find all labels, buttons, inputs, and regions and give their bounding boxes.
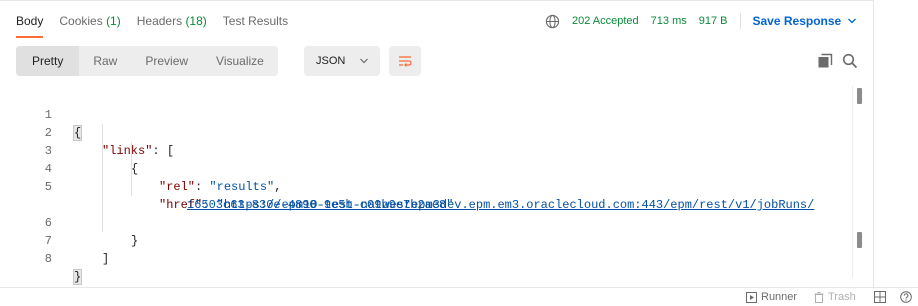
response-tabs: Body Cookies (1) Headers (18) Test Resul… (16, 13, 288, 41)
code-line: 5 "href": "https://epm10-test-natwestepm… (0, 160, 850, 212)
tab-headers-count: (18) (185, 14, 207, 28)
response-size[interactable]: 917 B (699, 13, 728, 29)
tab-headers-label: Headers (136, 14, 183, 28)
wrap-lines-icon (399, 56, 412, 67)
line-number: 8 (44, 252, 52, 266)
save-response-button[interactable]: Save Response (753, 13, 858, 29)
search-icon[interactable] (842, 53, 858, 69)
code-line: 6 } (0, 196, 850, 248)
view-preview[interactable]: Preview (131, 46, 202, 76)
view-raw[interactable]: Raw (79, 46, 131, 76)
code-line: 3 { (0, 124, 850, 176)
tab-cookies-count: (1) (106, 14, 121, 28)
code-line: 4 "rel": "results", (0, 142, 850, 194)
code-line: 1 { (0, 88, 850, 141)
response-time[interactable]: 713 ms (651, 13, 687, 29)
view-visualize[interactable]: Visualize (202, 46, 278, 76)
play-icon (746, 291, 757, 303)
status-bar: Runner Trash (0, 287, 918, 306)
tab-test-results-label: Test Results (222, 14, 289, 28)
trash-label: Trash (828, 291, 856, 303)
chevron-down-icon (848, 18, 857, 24)
top-divider (0, 0, 874, 1)
tab-body-label: Body (16, 14, 44, 28)
status-code[interactable]: 202 Accepted (572, 13, 639, 29)
help-icon (900, 291, 912, 303)
chevron-down-icon (360, 58, 369, 64)
view-mode-selector: Pretty Raw Preview Visualize (16, 46, 278, 76)
meta-divider (739, 13, 741, 29)
scrollbar-thumb[interactable] (857, 232, 862, 248)
brace-token: } (72, 269, 83, 285)
copy-icon[interactable] (817, 53, 833, 69)
code-line: 7 ] (0, 214, 850, 266)
scrollbar-thumb[interactable] (857, 88, 862, 104)
code-viewer[interactable]: 1 { 2 "links": [ 3 { 4 "rel": "results",… (0, 88, 850, 285)
tab-headers[interactable]: Headers (18) (137, 13, 207, 41)
tab-body[interactable]: Body (16, 13, 44, 41)
scroll-track (852, 86, 853, 278)
tab-test-results[interactable]: Test Results (223, 13, 288, 41)
view-pretty[interactable]: Pretty (16, 46, 80, 76)
globe-icon[interactable] (545, 14, 560, 29)
trash-icon (814, 291, 824, 303)
tab-cookies-label: Cookies (59, 14, 103, 28)
runner-label: Runner (761, 291, 798, 303)
response-meta: 202 Accepted 713 ms 917 B Save Response (545, 13, 857, 29)
save-response-label: Save Response (752, 14, 842, 28)
format-select[interactable]: JSON (304, 46, 380, 76)
json-punct: ] (102, 252, 110, 266)
code-line: 16503c63-830e-4890-9e5b-c09b9e7b2ae8" (0, 178, 850, 212)
code-line: 2 "links": [ (0, 106, 850, 158)
format-select-value: JSON (316, 55, 346, 67)
layout-button[interactable] (874, 291, 886, 303)
code-line: 8 } (0, 232, 850, 285)
trash-button[interactable]: Trash (814, 291, 856, 303)
layout-icon (874, 291, 886, 303)
runner-button[interactable]: Runner (746, 291, 797, 303)
help-button[interactable] (900, 291, 912, 303)
tab-cookies[interactable]: Cookies (1) (59, 13, 120, 41)
response-panel: Body Cookies (1) Headers (18) Test Resul… (0, 0, 874, 287)
wrap-lines-button[interactable] (389, 46, 421, 76)
